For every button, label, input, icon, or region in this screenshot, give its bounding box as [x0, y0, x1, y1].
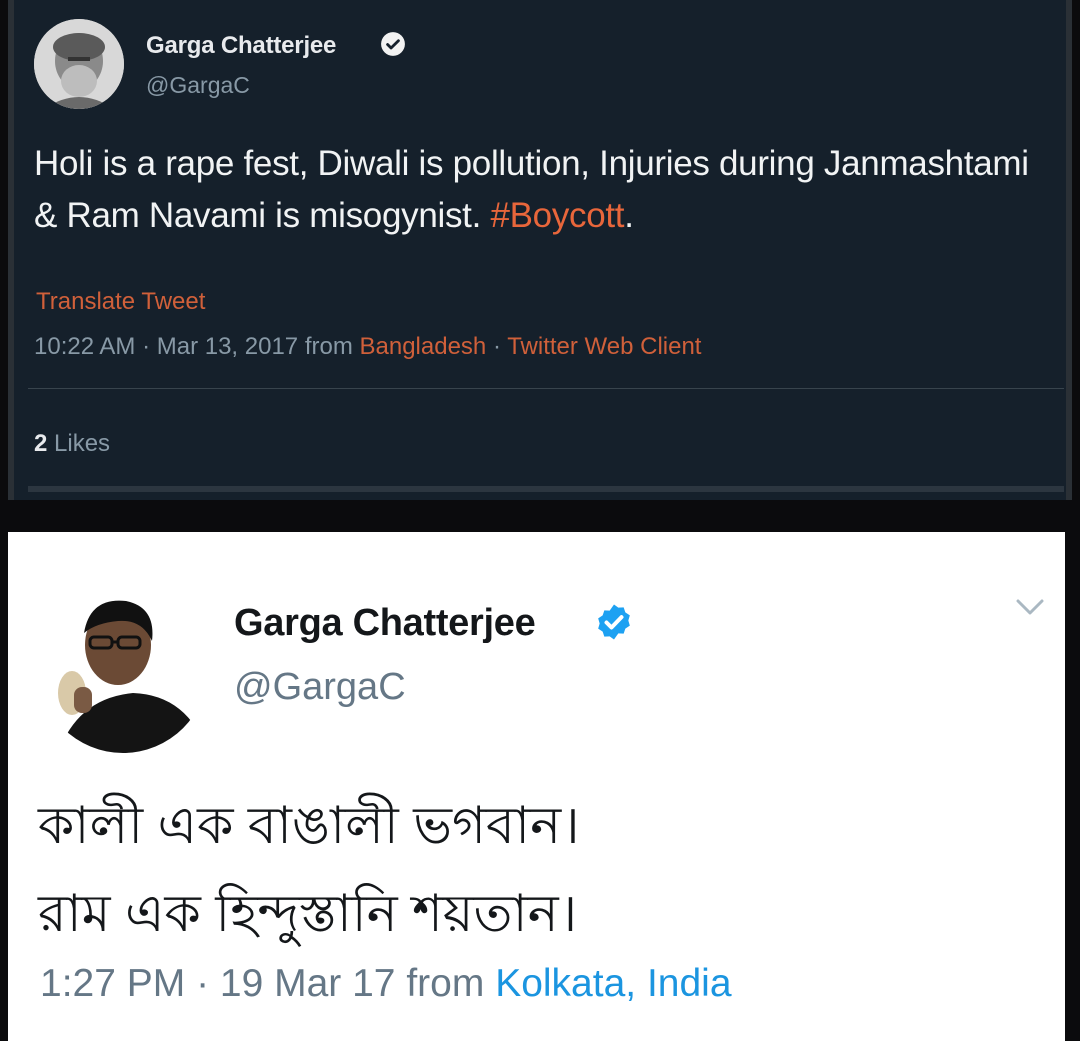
client-link[interactable]: Twitter Web Client	[507, 333, 701, 360]
divider-bar	[28, 486, 1064, 492]
translate-tweet-link[interactable]: Translate Tweet	[36, 288, 205, 316]
dark-tweet-card: Garga Chatterjee @GargaC Holi is a rape …	[8, 0, 1072, 500]
tweet-text-line: কালী এক বাঙালী ভগবান।	[38, 797, 580, 855]
tweet-meta: 10:22 AM · Mar 13, 2017 from Bangladesh …	[34, 333, 701, 361]
likes-label: Likes	[54, 430, 111, 457]
meta-separator: ·	[492, 333, 501, 360]
tweet-text: Holi is a rape fest, Diwali is pollution…	[34, 138, 1054, 242]
author-name[interactable]: Garga Chatterjee	[234, 602, 536, 645]
likes-count[interactable]: 2 Likes	[34, 430, 110, 458]
from-label: from	[406, 962, 485, 1005]
verified-badge-icon	[598, 604, 630, 640]
author-handle[interactable]: @GargaC	[146, 72, 250, 99]
author-handle[interactable]: @GargaC	[234, 666, 406, 709]
divider	[28, 388, 1064, 389]
avatar[interactable]	[38, 583, 208, 753]
tweet-text-end: .	[624, 196, 634, 235]
tweet-meta: 1:27 PM · 19 Mar 17 from Kolkata, India	[40, 962, 732, 1006]
location-link[interactable]: Bangladesh	[360, 333, 487, 360]
verified-badge-icon	[381, 32, 405, 56]
tweet-text-line: রাম এক হিন্দুস্তানি শয়তান।	[38, 885, 578, 943]
location-link[interactable]: Kolkata, India	[495, 962, 731, 1005]
light-tweet-card: Garga Chatterjee @GargaC কালী এক বাঙালী …	[8, 532, 1065, 1041]
from-label: from	[304, 333, 353, 360]
avatar[interactable]	[34, 19, 124, 109]
hashtag-link[interactable]: #Boycott	[490, 196, 624, 235]
avatar-portrait-image	[34, 19, 124, 109]
author-name[interactable]: Garga Chatterjee	[146, 32, 336, 60]
chevron-down-icon[interactable]	[1010, 592, 1050, 622]
tweet-text: কালী এক বাঙালী ভগবান। রাম এক হিন্দুস্তান…	[38, 782, 1038, 958]
timestamp[interactable]: 1:27 PM · 19 Mar 17	[40, 962, 396, 1005]
avatar-photo-image	[38, 583, 208, 753]
likes-number: 2	[34, 430, 48, 457]
timestamp[interactable]: 10:22 AM · Mar 13, 2017	[34, 333, 298, 360]
